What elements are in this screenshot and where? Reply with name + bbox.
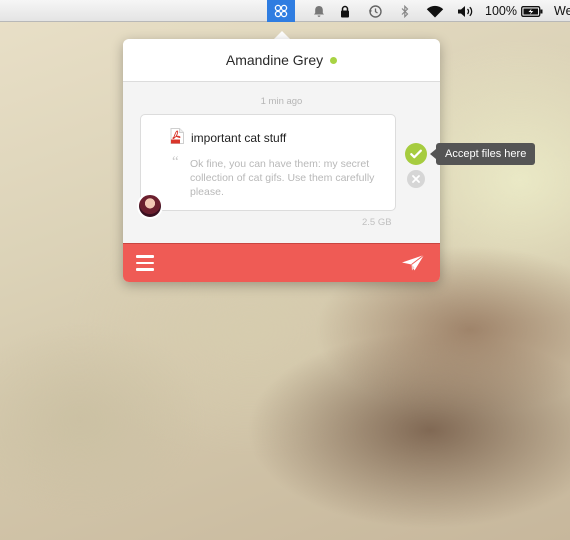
message-timestamp: 1 min ago bbox=[260, 96, 303, 107]
quote-icon: “ bbox=[172, 154, 179, 170]
menu-bar: 100% We bbox=[0, 0, 570, 22]
lock-icon[interactable] bbox=[338, 0, 352, 22]
reject-files-button[interactable] bbox=[407, 170, 425, 188]
menubar-clock[interactable]: We bbox=[554, 0, 570, 22]
accept-files-button[interactable] bbox=[405, 143, 427, 165]
notification-bell-icon[interactable] bbox=[311, 0, 327, 22]
message-text: Ok fine, you can have them: my secret co… bbox=[190, 158, 375, 198]
flower-icon bbox=[274, 4, 288, 18]
paper-plane-icon[interactable] bbox=[401, 254, 425, 277]
time-machine-icon[interactable] bbox=[366, 0, 384, 22]
hamburger-menu-icon[interactable] bbox=[136, 255, 154, 271]
popover-footer bbox=[123, 243, 440, 282]
contact-name: Amandine Grey bbox=[225, 52, 324, 68]
battery-icon[interactable] bbox=[520, 0, 544, 22]
file-name[interactable]: important cat stuff bbox=[191, 131, 286, 145]
message-bubble: important cat stuff “ Ok fine, you can h… bbox=[140, 114, 396, 211]
app-menubar-icon[interactable] bbox=[267, 0, 295, 22]
online-status-indicator bbox=[330, 56, 338, 64]
volume-icon[interactable] bbox=[455, 0, 477, 22]
accept-files-tooltip: Accept files here bbox=[436, 143, 536, 165]
checkmark-icon bbox=[410, 149, 422, 159]
close-icon bbox=[412, 175, 420, 183]
popover-header: Amandine Grey bbox=[123, 39, 440, 82]
battery-percent[interactable]: 100% bbox=[485, 0, 517, 22]
avatar[interactable] bbox=[137, 193, 163, 219]
chat-popover: Amandine Grey 1 min ago important cat st… bbox=[123, 39, 440, 282]
bluetooth-icon[interactable] bbox=[399, 0, 411, 22]
file-size: 2.5 GB bbox=[362, 217, 392, 228]
pdf-icon bbox=[170, 128, 184, 149]
wifi-icon[interactable] bbox=[424, 0, 446, 22]
